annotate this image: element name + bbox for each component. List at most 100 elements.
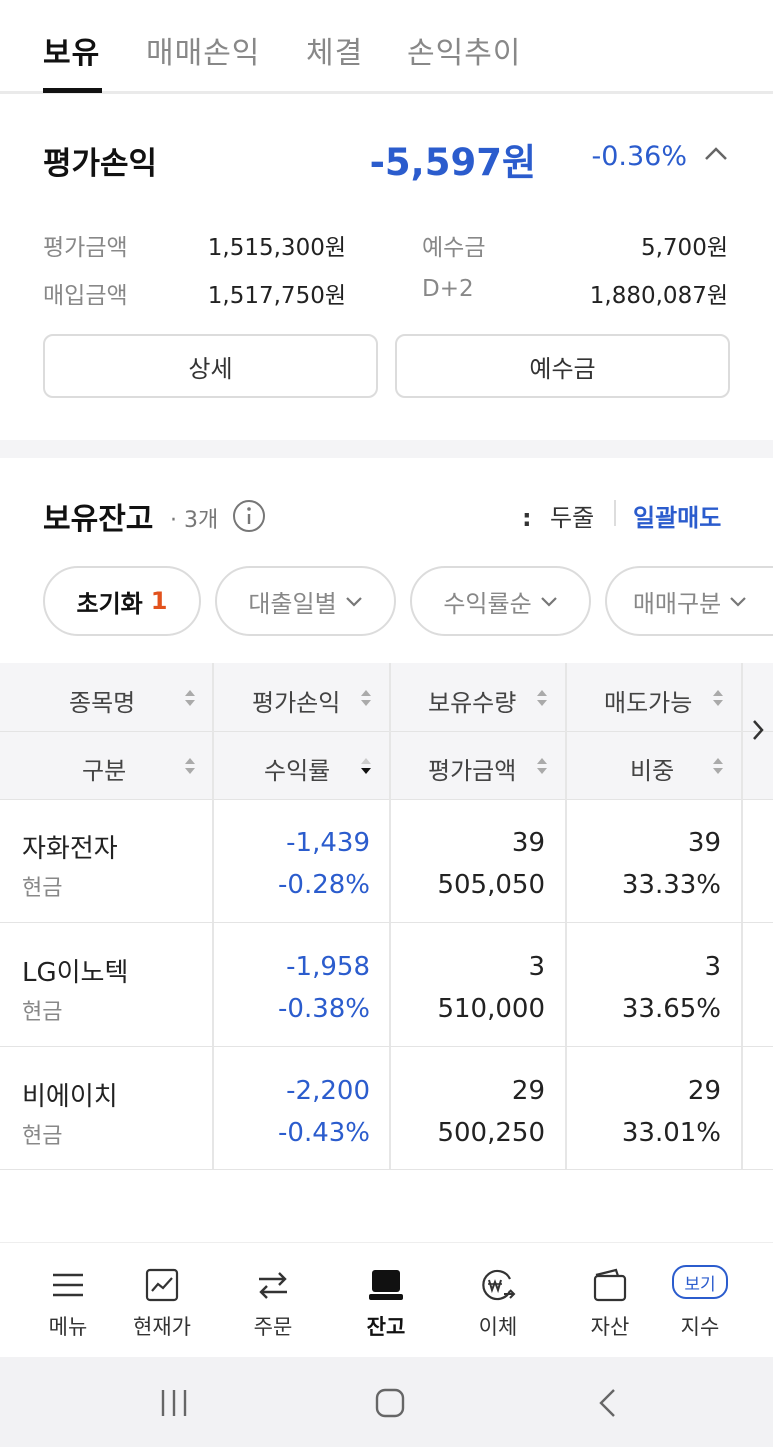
menu-icon — [53, 1273, 83, 1297]
nav-transfer[interactable]: 이체 — [464, 1243, 532, 1358]
sort-icon[interactable] — [536, 687, 548, 709]
tab-executions[interactable]: 체결 — [306, 28, 363, 72]
stock-type: 현금 — [22, 876, 63, 901]
pl-summary: 평가손익 -5,597원 -0.36% 평가금액 1,515,300원 예수금 … — [0, 94, 773, 440]
eval-amount-value: 505,050 — [437, 870, 545, 900]
nav-order-label: 주문 — [253, 1315, 293, 1339]
eval-amount-value: 510,000 — [437, 994, 545, 1024]
d2-value: 1,880,087원 — [589, 283, 728, 309]
chart-icon — [145, 1268, 179, 1302]
reset-count: 1 — [150, 587, 168, 615]
nav-balance[interactable]: 잔고 — [352, 1243, 420, 1358]
sort-icon[interactable] — [184, 755, 196, 777]
nav-order[interactable]: 주문 — [239, 1243, 307, 1358]
col-sellable[interactable]: 매도가능 — [604, 683, 692, 718]
eval-amount-label: 평가금액 — [43, 235, 128, 261]
tab-pl-trend[interactable]: 손익추이 — [407, 28, 521, 72]
nav-balance-label: 잔고 — [366, 1315, 406, 1339]
weight-value: 33.65% — [621, 994, 721, 1024]
deposit-button[interactable]: 예수금 — [395, 334, 730, 398]
info-icon[interactable] — [232, 499, 266, 533]
col-weight[interactable]: 비중 — [630, 751, 674, 786]
eval-pl-value: -1,439 — [286, 828, 370, 858]
index-view-badge: 보기 — [672, 1265, 728, 1299]
chevron-down-icon — [730, 597, 746, 607]
buy-amount-value: 1,517,750원 — [207, 283, 346, 309]
header-divider — [0, 731, 773, 732]
option-dot-icon: : — [522, 504, 532, 532]
stock-name: LG이노텍 — [22, 958, 129, 988]
two-line-toggle[interactable]: 두줄 — [550, 498, 594, 533]
nav-menu-label: 메뉴 — [48, 1315, 88, 1339]
nav-transfer-label: 이체 — [478, 1315, 518, 1339]
row-divider — [0, 1169, 773, 1170]
profit-order-label: 수익률순 — [443, 589, 532, 618]
column-divider — [565, 663, 567, 1170]
recent-apps-icon[interactable] — [158, 1387, 190, 1419]
table-header: 종목명 평가손익 보유수량 매도가능 구분 수익률 평가금액 비중 — [0, 663, 773, 800]
column-divider — [741, 663, 743, 1170]
reset-label: 초기화 — [76, 589, 143, 618]
nav-current-price[interactable]: 현재가 — [118, 1243, 206, 1358]
column-divider — [212, 663, 214, 1170]
sort-desc-icon[interactable] — [360, 755, 372, 777]
sellable-value: 39 — [687, 828, 721, 858]
nav-menu[interactable]: 메뉴 — [34, 1243, 102, 1358]
won-transfer-icon — [482, 1269, 516, 1301]
swap-icon — [259, 1272, 287, 1299]
home-icon[interactable] — [374, 1387, 406, 1419]
col-profit-rate[interactable]: 수익률 — [264, 751, 330, 786]
sort-icon[interactable] — [536, 755, 548, 777]
trade-type-chip[interactable]: 매매구분 — [605, 566, 773, 636]
nav-index[interactable]: 보기 지수 — [666, 1243, 734, 1358]
sort-icon[interactable] — [712, 755, 724, 777]
deposit-value: 5,700원 — [640, 235, 728, 261]
holding-qty-value: 39 — [511, 828, 545, 858]
tab-holdings[interactable]: 보유 — [43, 28, 100, 72]
col-eval-amount[interactable]: 평가금액 — [428, 751, 516, 786]
chevron-down-icon — [540, 597, 557, 607]
col-holding-qty[interactable]: 보유수량 — [428, 683, 516, 718]
stock-name: 자화전자 — [22, 834, 118, 864]
section-divider — [0, 440, 773, 458]
sort-icon[interactable] — [184, 687, 196, 709]
col-stock-name[interactable]: 종목명 — [69, 683, 135, 718]
back-icon[interactable] — [592, 1387, 624, 1419]
stock-type: 현금 — [22, 1000, 63, 1025]
col-eval-pl[interactable]: 평가손익 — [252, 683, 340, 718]
chevron-right-icon[interactable] — [750, 718, 766, 742]
holdings-count: · 3개 — [170, 508, 219, 533]
sellable-value: 29 — [687, 1076, 721, 1106]
sort-icon[interactable] — [360, 687, 372, 709]
detail-button[interactable]: 상세 — [43, 334, 378, 398]
system-nav-bar — [0, 1357, 773, 1447]
stock-type: 현금 — [22, 1124, 63, 1149]
nav-current-price-label: 현재가 — [133, 1315, 191, 1339]
divider — [614, 500, 616, 526]
bulk-sell-button[interactable]: 일괄매도 — [633, 498, 721, 533]
tab-trade-pl[interactable]: 매매손익 — [146, 28, 260, 72]
loan-date-label: 대출일별 — [248, 589, 337, 618]
eval-pl-value: -1,958 — [286, 952, 370, 982]
deposit-label: 예수금 — [422, 235, 486, 261]
row-divider — [0, 1046, 773, 1047]
col-type[interactable]: 구분 — [82, 751, 126, 786]
sort-icon[interactable] — [712, 687, 724, 709]
holdings-title: 보유잔고 — [43, 502, 154, 537]
reset-filter-chip[interactable]: 초기화 1 — [43, 566, 201, 636]
nav-index-label: 지수 — [680, 1315, 720, 1339]
column-divider — [389, 663, 391, 1170]
chevron-up-icon[interactable] — [703, 141, 729, 167]
nav-assets[interactable]: 자산 — [576, 1243, 644, 1358]
wallet-icon — [593, 1268, 627, 1302]
profit-order-chip[interactable]: 수익률순 — [410, 566, 591, 636]
nav-assets-label: 자산 — [590, 1315, 630, 1339]
pl-rate: -0.36% — [591, 141, 687, 172]
pl-title: 평가손익 — [43, 146, 158, 182]
holding-qty-value: 3 — [528, 952, 545, 982]
trade-type-label: 매매구분 — [632, 589, 722, 618]
stock-name: 비에이치 — [22, 1082, 118, 1112]
loan-date-chip[interactable]: 대출일별 — [215, 566, 396, 636]
eval-pl-value: -2,200 — [286, 1076, 370, 1106]
chevron-down-icon — [345, 597, 362, 607]
